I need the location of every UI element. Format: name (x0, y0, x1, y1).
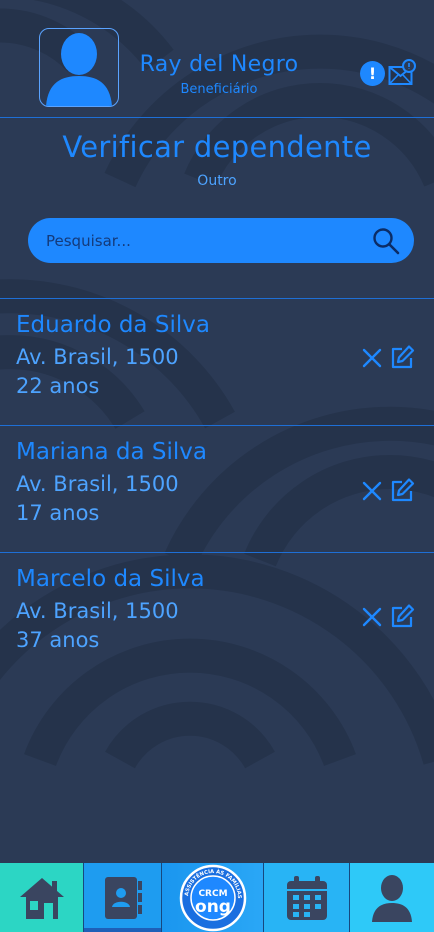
list-item: Mariana da Silva Av. Brasil, 1500 17 ano… (0, 425, 434, 552)
profile-icon (372, 874, 412, 922)
search-input[interactable] (28, 218, 348, 263)
page-subtitle: Outro (197, 173, 237, 189)
dependent-name: Mariana da Silva (16, 439, 207, 465)
home-icon (19, 877, 64, 919)
user-name: Ray del Negro (139, 52, 299, 77)
avatar[interactable] (39, 28, 119, 107)
mail-icon[interactable] (388, 59, 416, 87)
logo-sub: ong (195, 897, 231, 917)
nav-contacts[interactable] (83, 863, 162, 932)
close-icon[interactable] (361, 480, 383, 502)
nav-profile[interactable] (349, 863, 434, 932)
dependents-list: Eduardo da Silva Av. Brasil, 1500 22 ano… (0, 298, 434, 679)
alert-icon[interactable]: ! (360, 61, 385, 86)
active-tab-indicator (84, 928, 161, 932)
edit-icon[interactable] (389, 344, 415, 370)
dependent-age: 37 anos (16, 628, 100, 652)
close-icon[interactable] (361, 606, 383, 628)
dependent-address: Av. Brasil, 1500 (16, 599, 179, 623)
dependent-address: Av. Brasil, 1500 (16, 472, 179, 496)
page-title: Verificar dependente (62, 130, 372, 164)
list-item: Marcelo da Silva Av. Brasil, 1500 37 ano… (0, 552, 434, 679)
edit-icon[interactable] (389, 477, 415, 503)
bottom-nav: ASSISTÊNCIA ÀS FAMÍLIAS CRCM ong (0, 863, 434, 932)
close-icon[interactable] (361, 347, 383, 369)
nav-calendar[interactable] (263, 863, 349, 932)
edit-icon[interactable] (389, 603, 415, 629)
app-header: Ray del Negro Beneficiário ! (0, 0, 434, 118)
dependent-age: 17 anos (16, 501, 100, 525)
contacts-icon (104, 876, 142, 919)
nav-crcm-ong[interactable]: ASSISTÊNCIA ÀS FAMÍLIAS CRCM ong (162, 863, 263, 932)
dependent-age: 22 anos (16, 374, 100, 398)
list-item: Eduardo da Silva Av. Brasil, 1500 22 ano… (0, 298, 434, 425)
nav-home[interactable] (0, 863, 83, 932)
crcm-ong-logo: ASSISTÊNCIA ÀS FAMÍLIAS CRCM ong (179, 864, 246, 931)
user-role: Beneficiário (180, 82, 258, 97)
search-bar (28, 218, 414, 263)
dependent-name: Eduardo da Silva (16, 312, 210, 338)
search-icon[interactable] (372, 227, 400, 255)
dependent-address: Av. Brasil, 1500 (16, 345, 179, 369)
avatar-icon (46, 33, 112, 106)
calendar-icon (286, 875, 327, 920)
dependent-name: Marcelo da Silva (16, 566, 205, 592)
